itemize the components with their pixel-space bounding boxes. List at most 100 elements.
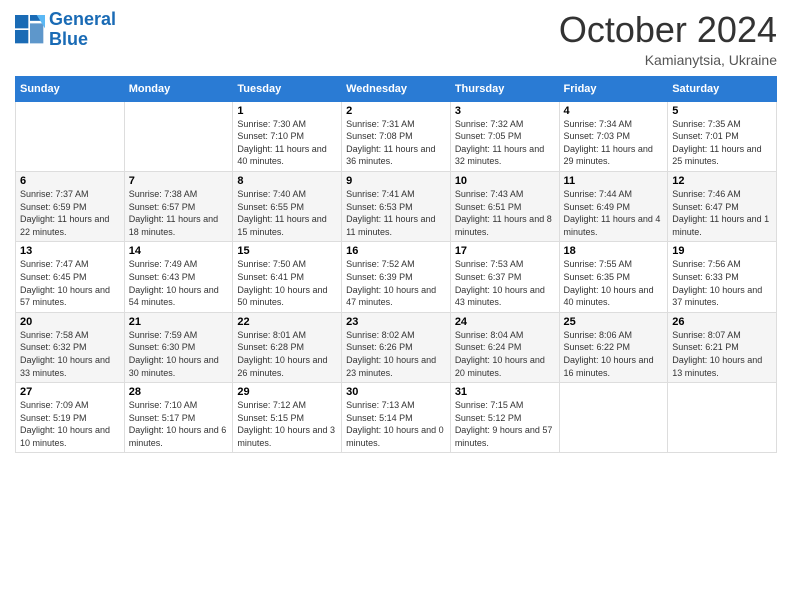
day-number: 14 [129,245,229,257]
weekday-header: Wednesday [342,76,451,101]
day-number: 5 [672,105,772,117]
day-info: Sunrise: 7:38 AMSunset: 6:57 PMDaylight:… [129,188,229,238]
day-number: 19 [672,245,772,257]
day-info: Sunrise: 8:06 AMSunset: 6:22 PMDaylight:… [564,329,664,379]
day-info: Sunrise: 7:55 AMSunset: 6:35 PMDaylight:… [564,258,664,308]
calendar-cell: 4Sunrise: 7:34 AMSunset: 7:03 PMDaylight… [559,101,668,171]
calendar-week-row: 27Sunrise: 7:09 AMSunset: 5:19 PMDayligh… [16,383,777,453]
day-number: 1 [237,105,337,117]
day-info: Sunrise: 7:34 AMSunset: 7:03 PMDaylight:… [564,118,664,168]
logo: General Blue [15,10,116,50]
calendar-week-row: 6Sunrise: 7:37 AMSunset: 6:59 PMDaylight… [16,171,777,241]
day-info: Sunrise: 7:46 AMSunset: 6:47 PMDaylight:… [672,188,772,238]
day-info: Sunrise: 7:12 AMSunset: 5:15 PMDaylight:… [237,399,337,449]
calendar-cell: 27Sunrise: 7:09 AMSunset: 5:19 PMDayligh… [16,383,125,453]
title-block: October 2024 Kamianytsia, Ukraine [559,10,777,68]
calendar-cell: 29Sunrise: 7:12 AMSunset: 5:15 PMDayligh… [233,383,342,453]
calendar-cell: 13Sunrise: 7:47 AMSunset: 6:45 PMDayligh… [16,242,125,312]
calendar-cell: 19Sunrise: 7:56 AMSunset: 6:33 PMDayligh… [668,242,777,312]
day-number: 4 [564,105,664,117]
day-number: 3 [455,105,555,117]
day-info: Sunrise: 7:35 AMSunset: 7:01 PMDaylight:… [672,118,772,168]
day-info: Sunrise: 8:01 AMSunset: 6:28 PMDaylight:… [237,329,337,379]
day-info: Sunrise: 7:58 AMSunset: 6:32 PMDaylight:… [20,329,120,379]
calendar-cell: 7Sunrise: 7:38 AMSunset: 6:57 PMDaylight… [124,171,233,241]
weekday-header: Sunday [16,76,125,101]
calendar-cell [124,101,233,171]
weekday-header: Thursday [450,76,559,101]
day-number: 8 [237,175,337,187]
day-number: 28 [129,386,229,398]
day-info: Sunrise: 7:13 AMSunset: 5:14 PMDaylight:… [346,399,446,449]
calendar-cell: 8Sunrise: 7:40 AMSunset: 6:55 PMDaylight… [233,171,342,241]
day-info: Sunrise: 7:09 AMSunset: 5:19 PMDaylight:… [20,399,120,449]
calendar-week-row: 20Sunrise: 7:58 AMSunset: 6:32 PMDayligh… [16,312,777,382]
day-number: 12 [672,175,772,187]
calendar-week-row: 13Sunrise: 7:47 AMSunset: 6:45 PMDayligh… [16,242,777,312]
weekday-header: Saturday [668,76,777,101]
day-info: Sunrise: 7:43 AMSunset: 6:51 PMDaylight:… [455,188,555,238]
day-number: 2 [346,105,446,117]
day-info: Sunrise: 8:02 AMSunset: 6:26 PMDaylight:… [346,329,446,379]
calendar-cell: 26Sunrise: 8:07 AMSunset: 6:21 PMDayligh… [668,312,777,382]
day-info: Sunrise: 7:30 AMSunset: 7:10 PMDaylight:… [237,118,337,168]
day-number: 25 [564,316,664,328]
calendar-table: SundayMondayTuesdayWednesdayThursdayFrid… [15,76,777,454]
weekday-header: Monday [124,76,233,101]
day-number: 16 [346,245,446,257]
calendar-cell: 10Sunrise: 7:43 AMSunset: 6:51 PMDayligh… [450,171,559,241]
calendar-cell: 20Sunrise: 7:58 AMSunset: 6:32 PMDayligh… [16,312,125,382]
day-info: Sunrise: 7:10 AMSunset: 5:17 PMDaylight:… [129,399,229,449]
day-number: 11 [564,175,664,187]
day-number: 13 [20,245,120,257]
calendar-cell [668,383,777,453]
calendar-cell: 6Sunrise: 7:37 AMSunset: 6:59 PMDaylight… [16,171,125,241]
day-info: Sunrise: 7:52 AMSunset: 6:39 PMDaylight:… [346,258,446,308]
calendar-cell: 16Sunrise: 7:52 AMSunset: 6:39 PMDayligh… [342,242,451,312]
calendar-cell: 11Sunrise: 7:44 AMSunset: 6:49 PMDayligh… [559,171,668,241]
day-info: Sunrise: 8:07 AMSunset: 6:21 PMDaylight:… [672,329,772,379]
day-number: 18 [564,245,664,257]
calendar-cell: 12Sunrise: 7:46 AMSunset: 6:47 PMDayligh… [668,171,777,241]
logo-line2: Blue [49,30,116,50]
day-info: Sunrise: 7:47 AMSunset: 6:45 PMDaylight:… [20,258,120,308]
calendar-cell: 18Sunrise: 7:55 AMSunset: 6:35 PMDayligh… [559,242,668,312]
day-number: 29 [237,386,337,398]
calendar-cell [559,383,668,453]
day-number: 7 [129,175,229,187]
day-info: Sunrise: 7:53 AMSunset: 6:37 PMDaylight:… [455,258,555,308]
day-info: Sunrise: 7:49 AMSunset: 6:43 PMDaylight:… [129,258,229,308]
day-info: Sunrise: 7:50 AMSunset: 6:41 PMDaylight:… [237,258,337,308]
calendar-cell: 25Sunrise: 8:06 AMSunset: 6:22 PMDayligh… [559,312,668,382]
calendar-cell: 1Sunrise: 7:30 AMSunset: 7:10 PMDaylight… [233,101,342,171]
day-number: 26 [672,316,772,328]
location-subtitle: Kamianytsia, Ukraine [559,52,777,68]
day-info: Sunrise: 7:31 AMSunset: 7:08 PMDaylight:… [346,118,446,168]
day-info: Sunrise: 7:32 AMSunset: 7:05 PMDaylight:… [455,118,555,168]
calendar-week-row: 1Sunrise: 7:30 AMSunset: 7:10 PMDaylight… [16,101,777,171]
calendar-cell: 17Sunrise: 7:53 AMSunset: 6:37 PMDayligh… [450,242,559,312]
day-info: Sunrise: 8:04 AMSunset: 6:24 PMDaylight:… [455,329,555,379]
weekday-header: Friday [559,76,668,101]
calendar-cell: 22Sunrise: 8:01 AMSunset: 6:28 PMDayligh… [233,312,342,382]
day-number: 24 [455,316,555,328]
day-number: 20 [20,316,120,328]
day-info: Sunrise: 7:41 AMSunset: 6:53 PMDaylight:… [346,188,446,238]
calendar-cell [16,101,125,171]
month-title: October 2024 [559,10,777,50]
calendar-cell: 30Sunrise: 7:13 AMSunset: 5:14 PMDayligh… [342,383,451,453]
day-info: Sunrise: 7:44 AMSunset: 6:49 PMDaylight:… [564,188,664,238]
day-number: 23 [346,316,446,328]
calendar-cell: 5Sunrise: 7:35 AMSunset: 7:01 PMDaylight… [668,101,777,171]
day-info: Sunrise: 7:15 AMSunset: 5:12 PMDaylight:… [455,399,555,449]
day-number: 31 [455,386,555,398]
weekday-header-row: SundayMondayTuesdayWednesdayThursdayFrid… [16,76,777,101]
calendar-cell: 24Sunrise: 8:04 AMSunset: 6:24 PMDayligh… [450,312,559,382]
calendar-page: General Blue October 2024 Kamianytsia, U… [0,0,792,612]
day-number: 10 [455,175,555,187]
day-number: 30 [346,386,446,398]
day-number: 27 [20,386,120,398]
calendar-cell: 14Sunrise: 7:49 AMSunset: 6:43 PMDayligh… [124,242,233,312]
calendar-cell: 23Sunrise: 8:02 AMSunset: 6:26 PMDayligh… [342,312,451,382]
day-number: 6 [20,175,120,187]
